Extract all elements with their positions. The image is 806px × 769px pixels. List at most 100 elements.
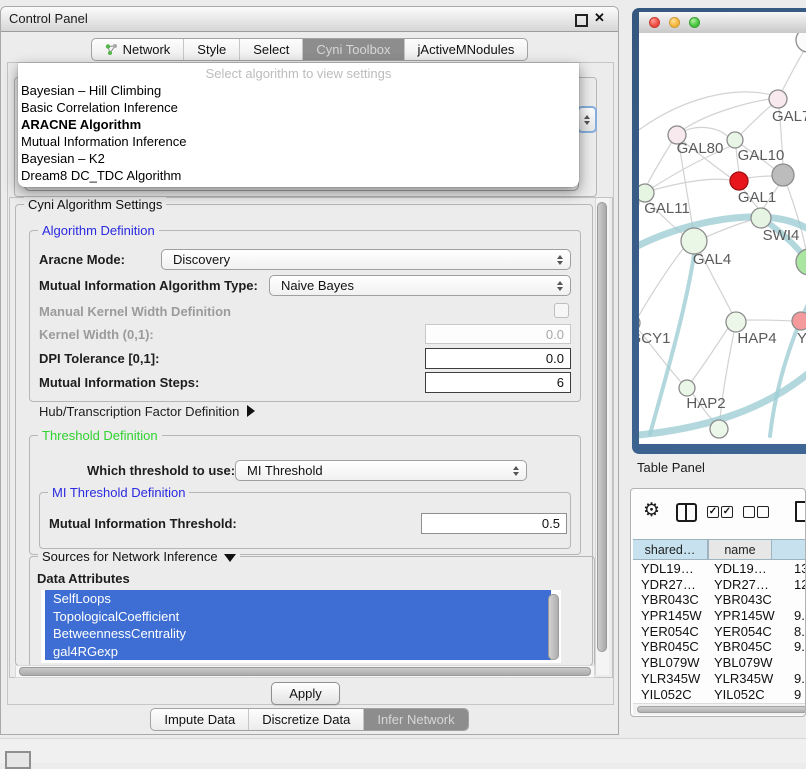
attribute-item-topologicalcoefficient[interactable]: TopologicalCoefficient [45,608,551,626]
algorithm-option-aracne-algorithm[interactable]: ARACNE Algorithm [18,116,579,133]
attribute-item-selfloops[interactable]: SelfLoops [45,590,551,608]
mi-steps-field[interactable]: 6 [425,372,571,393]
algorithm-option-mutual-information-inference[interactable]: Mutual Information Inference [18,133,579,150]
tab-cyni-toolbox[interactable]: Cyni Toolbox [303,39,404,60]
checked-checkbox-icon[interactable]: ✓ [721,506,733,518]
algorithm-option-bayesian-k2[interactable]: Bayesian – K2 [18,150,579,167]
network-node[interactable] [796,33,806,52]
table-rows: YDL19…YDL19…13YDR27…YDR27…12YBR043CYBR04… [631,561,806,703]
table-row[interactable]: YBL079WYBL079W [631,655,806,671]
network-node[interactable] [772,164,794,186]
tab-select[interactable]: Select [240,39,303,60]
table-hscrollbar-thumb[interactable] [637,706,806,713]
table-cell: YIL052C [641,687,692,703]
tab-impute-data[interactable]: Impute Data [151,709,249,730]
tab-label: Discretize Data [262,712,350,727]
network-node-gal1[interactable] [730,172,748,190]
network-node-swi4[interactable] [751,208,771,228]
table-hscrollbar-track [633,703,806,715]
network-node-y[interactable] [792,312,806,330]
network-graph[interactable]: GAL7GAL80GAL10GAL1GAL11SWI4GAL4GCY1HAP4Y… [639,33,806,444]
close-icon[interactable]: ✕ [594,10,605,26]
dpi-tolerance-field[interactable]: 0.0 [425,348,571,369]
network-node-gal10[interactable] [727,132,743,148]
network-node-gal7[interactable] [769,90,787,108]
attribute-item-betweennesscentrality[interactable]: BetweennessCentrality [45,625,551,643]
unchecked-checkbox-icon[interactable] [757,506,769,518]
gear-icon[interactable]: ⚙ [643,500,660,522]
window-zoom-traffic-icon[interactable] [689,17,700,28]
algorithm-option-basic-correlation-inference[interactable]: Basic Correlation Inference [18,99,579,116]
network-edge [639,200,640,315]
network-node-gcy1[interactable] [639,315,640,331]
aracne-mode-combo[interactable]: Discovery [161,249,571,270]
hub-definition-toggle[interactable]: Hub/Transcription Factor Definition [39,404,255,419]
node-label: HAP4 [737,330,776,347]
table-cell: YBR045C [714,639,772,655]
node-label: GAL11 [644,200,690,217]
settings-vscrollbar-thumb[interactable] [597,202,607,652]
kernel-width-value: 0.0 [546,327,564,342]
mi-threshold-field[interactable]: 0.5 [421,513,567,534]
data-attributes-list[interactable]: SelfLoopsTopologicalCoefficientBetweenne… [41,590,561,663]
network-edge [782,48,806,91]
network-window-titlebar[interactable] [639,12,806,34]
algorithm-combo-spinner[interactable] [577,106,597,133]
algorithm-option-bayesian-hill-climbing[interactable]: Bayesian – Hill Climbing [18,82,579,99]
algorithm-option-dream8-dc-tdc-algorithm[interactable]: Dream8 DC_TDC Algorithm [18,167,579,184]
column-header-name[interactable]: name [708,539,772,560]
tab-jactivemnodules[interactable]: jActiveMNodules [405,39,528,60]
table-cell: YLR345W [714,671,773,687]
table-cell: YDR27… [714,577,769,593]
split-columns-icon[interactable] [676,503,697,522]
checked-checkbox-icon[interactable]: ✓ [707,506,719,518]
table-row[interactable]: YDL19…YDL19…13 [631,561,806,577]
mi-threshold-value: 0.5 [542,516,560,531]
kernel-width-field[interactable]: 0.0 [425,324,571,344]
table-cell: YPR145W [641,608,702,624]
corner-widget-icon[interactable] [5,751,31,769]
table-row[interactable]: YBR045CYBR045C9. [631,639,806,655]
table-cell: 9. [794,608,805,624]
window-close-traffic-icon[interactable] [649,17,660,28]
tab-style[interactable]: Style [184,39,240,60]
combo-arrows-icon [557,250,563,269]
table-row[interactable]: YLR345WYLR345W9. [631,671,806,687]
document-icon[interactable] [795,501,806,522]
unchecked-checkbox-icon[interactable] [743,506,755,518]
tab-label: Style [197,42,226,57]
mi-type-combo[interactable]: Naive Bayes [269,275,571,296]
apply-button[interactable]: Apply [271,682,340,705]
node-label: HAP2 [686,395,725,412]
table-row[interactable]: YER054CYER054C8. [631,624,806,640]
network-node-hap4[interactable] [726,312,746,332]
network-edge [684,127,728,137]
node-label: Y [797,330,806,347]
table-cell: YDL19… [641,561,694,577]
tab-infer-network[interactable]: Infer Network [364,709,467,730]
table-row[interactable]: YIL052CYIL052C9 [631,687,806,703]
column-header-2[interactable] [772,539,806,560]
tab-network[interactable]: Network [92,39,185,60]
sources-title[interactable]: Sources for Network Inference [38,549,240,564]
network-node[interactable] [710,420,728,438]
column-header-shared[interactable]: shared… [633,539,708,560]
table-cell: YDR27… [641,577,696,593]
attribute-item-gal4rgexp[interactable]: gal4RGexp [45,643,551,661]
tab-discretize-data[interactable]: Discretize Data [249,709,364,730]
node-label: GAL1 [738,189,776,206]
window-minimize-traffic-icon[interactable] [669,17,680,28]
table-cell: YBL079W [714,655,773,671]
table-row[interactable]: YBR043CYBR043C [631,592,806,608]
control-panel-titlebar[interactable]: Control Panel ✕ [1,7,618,32]
table-row[interactable]: YPR145W YPR145W 9. [631,608,806,624]
float-window-icon[interactable] [575,14,588,27]
table-row[interactable]: YDR27…YDR27…12 [631,577,806,593]
which-threshold-combo[interactable]: MI Threshold [235,460,527,481]
network-node-hap2[interactable] [679,380,695,396]
table-cell: YER054C [714,624,772,640]
list-scrollbar-thumb[interactable] [548,594,559,660]
settings-hscrollbar-thumb[interactable] [19,667,591,676]
manual-kernel-checkbox[interactable] [554,303,569,318]
table-cell: YPR145W [714,608,775,624]
